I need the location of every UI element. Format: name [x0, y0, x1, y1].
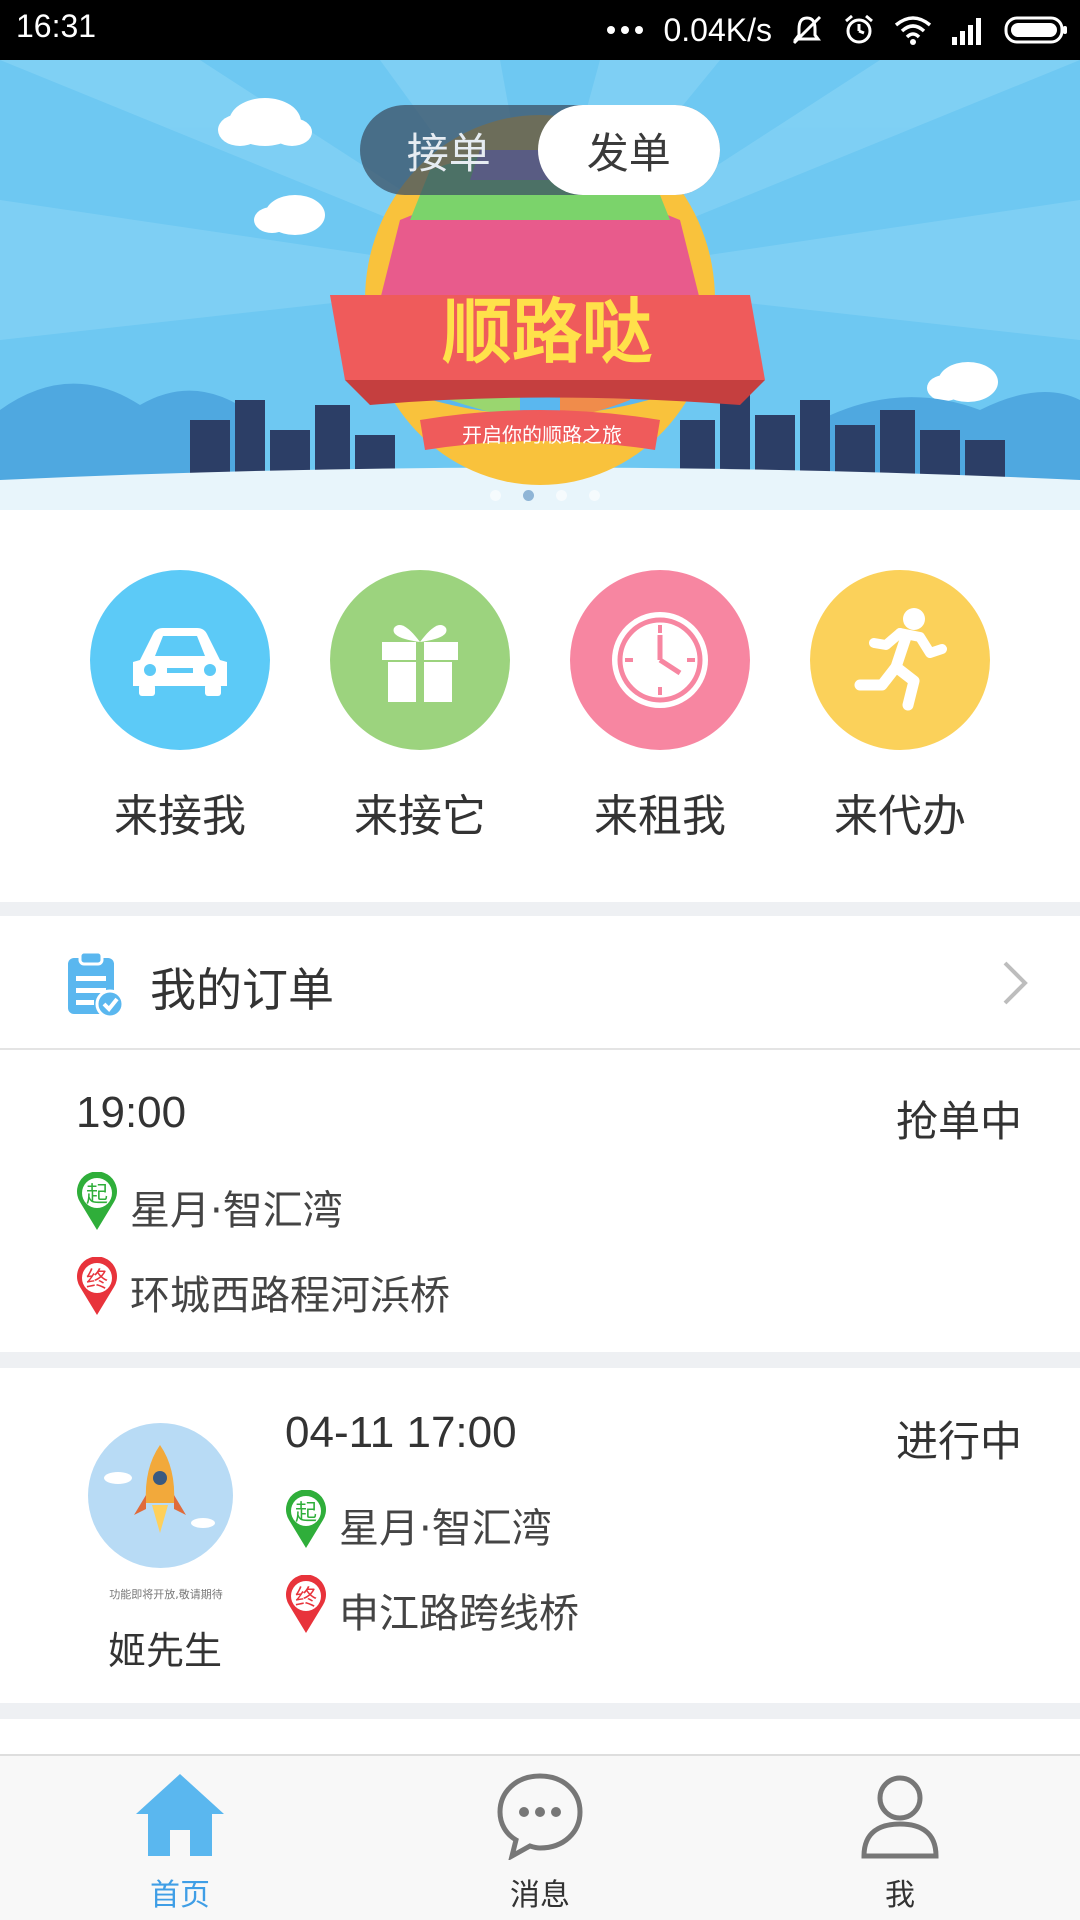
category-pick-it[interactable]: 来接它: [325, 570, 515, 844]
section-divider: [0, 1703, 1080, 1719]
toggle-option-receive[interactable]: 接单: [360, 105, 538, 195]
carousel-dot[interactable]: [556, 490, 567, 501]
tab-label: 我: [885, 1878, 915, 1913]
svg-text:终: 终: [86, 1268, 108, 1293]
end-pin-icon: 终: [285, 1574, 327, 1645]
order-mode-toggle[interactable]: 接单 发单: [360, 105, 720, 195]
start-location-text: 星月·智汇湾: [339, 1506, 552, 1552]
more-dots-icon: [605, 24, 645, 36]
bottom-tab-bar: 首页 消息 我: [0, 1754, 1080, 1920]
wifi-icon: [894, 15, 932, 45]
carousel-dot-active[interactable]: [523, 490, 534, 501]
message-icon: [497, 1773, 583, 1861]
order-card[interactable]: 功能即将开放,敬请期待 姬先生 04-11 17:00 进行中 起 星月·智汇湾…: [0, 1368, 1080, 1703]
status-bar: 16:31 0.04K/s: [0, 0, 1080, 60]
service-categories: 来接我 来接它 来租我 来代办: [0, 510, 1080, 902]
carousel-dot[interactable]: [589, 490, 600, 501]
banner-title: 顺路哒: [442, 291, 652, 373]
order-start-location: 起 星月·智汇湾: [285, 1489, 552, 1560]
order-status: 抢单中: [895, 1097, 1022, 1146]
my-orders-title: 我的订单: [150, 963, 334, 1017]
svg-text:起: 起: [86, 1183, 108, 1208]
category-errand[interactable]: 来代办: [805, 570, 995, 844]
section-divider: [0, 1352, 1080, 1368]
clock-icon: [570, 570, 750, 750]
banner-carousel[interactable]: 顺路哒 开启你的顺路之旅 接单 发单: [0, 60, 1080, 510]
order-end-location: 终 环城西路程河浜桥: [76, 1256, 450, 1327]
net-speed: 0.04K/s: [663, 11, 772, 48]
category-rent-me[interactable]: 来租我: [565, 570, 755, 844]
order-time: 19:00: [76, 1088, 187, 1137]
section-divider: [0, 902, 1080, 916]
category-label: 来租我: [594, 791, 726, 842]
gift-icon: [330, 570, 510, 750]
chevron-right-icon[interactable]: [1000, 960, 1030, 1010]
tab-label: 消息: [510, 1878, 570, 1913]
alarm-icon: [842, 13, 876, 47]
banner-subtitle: 开启你的顺路之旅: [462, 423, 622, 447]
signal-icon: [950, 15, 986, 45]
order-time: 04-11 17:00: [285, 1408, 517, 1457]
toggle-option-send[interactable]: 发单: [537, 105, 720, 195]
carousel-dot[interactable]: [490, 490, 501, 501]
tab-label: 首页: [150, 1878, 210, 1913]
tab-home[interactable]: 首页: [80, 1770, 280, 1914]
category-label: 来接我: [114, 791, 246, 842]
order-start-location: 起 星月·智汇湾: [76, 1171, 343, 1242]
end-location-text: 环城西路程河浜桥: [130, 1273, 450, 1319]
order-status: 进行中: [895, 1417, 1022, 1466]
order-list-icon: [64, 950, 126, 1024]
avatar: [88, 1423, 233, 1568]
avatar-caption: 功能即将开放,敬请期待: [109, 1588, 223, 1601]
category-label: 来接它: [354, 791, 486, 842]
start-pin-icon: 起: [76, 1171, 118, 1242]
start-location-text: 星月·智汇湾: [130, 1188, 343, 1234]
battery-icon: [1004, 15, 1068, 45]
rocket-icon: [104, 1445, 215, 1533]
order-card[interactable]: 19:00 抢单中 起 星月·智汇湾 终 环城西路程河浜桥: [0, 1052, 1080, 1352]
car-icon: [90, 570, 270, 750]
home-icon: [136, 1774, 224, 1856]
svg-text:起: 起: [295, 1501, 317, 1526]
carousel-indicator: [490, 490, 600, 501]
mute-icon: [790, 13, 824, 47]
running-man-icon: [810, 570, 990, 750]
category-label: 来代办: [834, 791, 966, 842]
tab-profile[interactable]: 我: [800, 1770, 1000, 1914]
my-orders-header[interactable]: 我的订单: [0, 916, 1080, 1050]
status-icons: 0.04K/s: [605, 6, 1068, 54]
order-end-location: 终 申江路跨线桥: [285, 1574, 579, 1645]
category-pick-me[interactable]: 来接我: [85, 570, 275, 844]
user-name: 姬先生: [107, 1629, 222, 1673]
start-pin-icon: 起: [285, 1489, 327, 1560]
end-location-text: 申江路跨线桥: [339, 1591, 579, 1637]
profile-icon: [861, 1775, 939, 1859]
status-time: 16:31: [16, 8, 97, 44]
svg-text:终: 终: [295, 1586, 317, 1611]
tab-messages[interactable]: 消息: [440, 1770, 640, 1914]
end-pin-icon: 终: [76, 1256, 118, 1327]
